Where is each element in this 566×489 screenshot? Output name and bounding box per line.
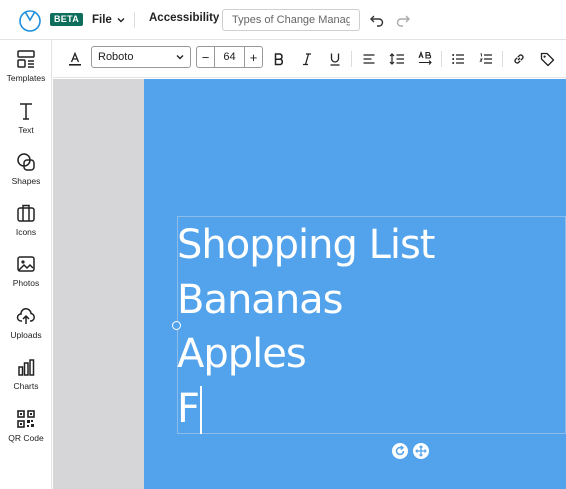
sidebar-item-label: Text xyxy=(18,125,34,135)
shapes-icon xyxy=(15,151,37,173)
bold-icon xyxy=(274,53,283,66)
document-title-input[interactable] xyxy=(222,9,360,31)
divider xyxy=(351,51,352,67)
font-size-stepper: − 64 + xyxy=(196,46,263,68)
upload-cloud-icon xyxy=(15,305,37,327)
font-family-select[interactable]: Roboto xyxy=(91,46,191,68)
photos-icon xyxy=(15,253,37,275)
numbered-list-button[interactable] xyxy=(476,49,496,69)
bold-button[interactable] xyxy=(269,49,289,69)
sidebar: Templates Text Shapes Icons Photos Uploa… xyxy=(0,40,52,489)
accessibility-button[interactable]: Accessibility xyxy=(149,12,219,24)
sidebar-item-photos[interactable]: Photos xyxy=(0,251,52,295)
move-button[interactable] xyxy=(413,443,429,459)
sidebar-item-templates[interactable]: Templates xyxy=(0,46,52,90)
sidebar-item-shapes[interactable]: Shapes xyxy=(0,149,52,193)
bullet-list-icon xyxy=(452,54,464,64)
underline-icon xyxy=(330,53,340,66)
move-icon xyxy=(415,445,427,457)
app-logo-icon[interactable] xyxy=(18,8,42,32)
icons-icon xyxy=(15,202,37,224)
text-line-editing: F xyxy=(177,382,566,437)
chevron-down-icon xyxy=(117,18,125,23)
text-align-button[interactable] xyxy=(359,49,379,69)
rotate-button[interactable] xyxy=(392,443,408,459)
italic-icon xyxy=(303,53,311,66)
link-button[interactable] xyxy=(509,49,529,69)
divider xyxy=(502,51,503,67)
sidebar-item-label: Templates xyxy=(6,73,46,83)
sidebar-item-label: Photos xyxy=(12,278,40,288)
letter-spacing-button[interactable] xyxy=(415,49,435,69)
text-box-content[interactable]: Shopping List Bananas Apples F xyxy=(177,216,566,436)
bar-chart-icon xyxy=(15,356,37,378)
text-color-button[interactable] xyxy=(65,49,85,69)
line-height-icon xyxy=(389,53,404,65)
numbered-list-icon xyxy=(479,53,492,64)
link-icon xyxy=(514,54,524,64)
align-left-icon xyxy=(363,54,375,64)
divider xyxy=(134,12,135,28)
sidebar-item-label: QR Code xyxy=(8,433,44,443)
top-bar: BETA File Accessibility xyxy=(0,0,566,40)
line-height-button[interactable] xyxy=(387,49,407,69)
text-line: Apples xyxy=(177,331,307,377)
sidebar-item-text[interactable]: Text xyxy=(0,98,52,142)
text-line: Bananas xyxy=(177,276,344,323)
text-line: F xyxy=(177,385,200,432)
sidebar-item-label: Shapes xyxy=(11,176,41,186)
qr-code-icon xyxy=(15,408,37,430)
text-color-icon xyxy=(69,51,81,66)
undo-icon[interactable] xyxy=(369,12,385,28)
sidebar-item-uploads[interactable]: Uploads xyxy=(0,303,52,347)
redo-icon[interactable] xyxy=(395,12,411,28)
tag-icon xyxy=(540,52,554,66)
chevron-down-icon xyxy=(176,55,184,60)
font-size-increment-button[interactable]: + xyxy=(245,47,262,67)
text-line: Shopping List xyxy=(177,222,436,268)
italic-button[interactable] xyxy=(297,49,317,69)
sidebar-item-icons[interactable]: Icons xyxy=(0,200,52,244)
sidebar-item-qr-code[interactable]: QR Code xyxy=(0,406,52,450)
resize-handle-left[interactable] xyxy=(172,321,181,330)
bullet-list-button[interactable] xyxy=(448,49,468,69)
file-menu[interactable]: File xyxy=(92,11,126,29)
templates-icon xyxy=(15,48,37,70)
text-cursor xyxy=(200,385,202,434)
font-size-decrement-button[interactable]: − xyxy=(197,47,214,67)
underline-button[interactable] xyxy=(325,49,345,69)
sidebar-item-label: Charts xyxy=(13,381,39,391)
letter-spacing-icon xyxy=(418,51,432,65)
format-toolbar: Roboto − 64 + xyxy=(53,40,566,78)
sidebar-item-charts[interactable]: Charts xyxy=(0,354,52,398)
font-size-input[interactable]: 64 xyxy=(214,47,245,67)
sidebar-item-label: Icons xyxy=(15,227,37,237)
text-icon xyxy=(15,100,37,122)
divider xyxy=(441,51,442,67)
rotate-icon xyxy=(395,445,405,456)
file-menu-label: File xyxy=(92,14,112,26)
sidebar-item-label: Uploads xyxy=(10,330,42,340)
font-family-value: Roboto xyxy=(98,51,134,63)
beta-badge: BETA xyxy=(50,13,84,26)
tag-button[interactable] xyxy=(537,49,557,69)
